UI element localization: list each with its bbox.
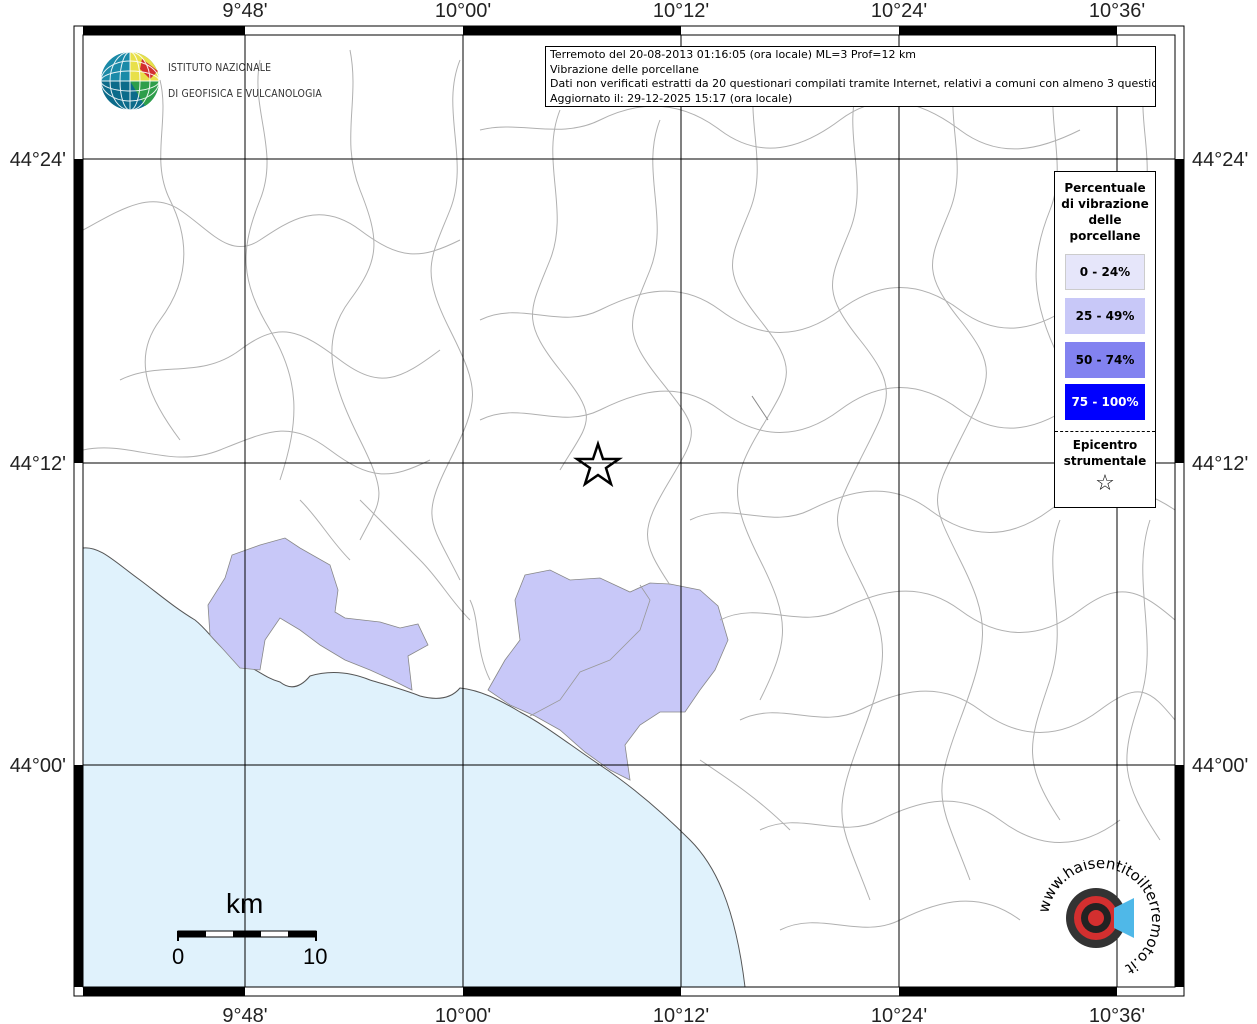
lat-label: 44°00'	[1192, 755, 1248, 777]
lon-label: 10°24'	[871, 0, 927, 22]
lon-label: 9°48'	[222, 0, 267, 22]
lat-labels-right: 44°24' 44°12' 44°00'	[1192, 149, 1248, 777]
lon-label: 10°00'	[435, 0, 491, 22]
lon-label: 10°24'	[871, 1005, 927, 1024]
lon-labels-bottom: 9°48' 10°00' 10°12' 10°24' 10°36'	[222, 1005, 1145, 1024]
legend-item-25-49: 25 - 49%	[1065, 298, 1145, 334]
lon-label: 9°48'	[222, 1005, 267, 1024]
data-disclaimer: Dati non verificati estratti da 20 quest…	[550, 77, 1156, 90]
lon-label: 10°36'	[1089, 1005, 1145, 1024]
ingv-logo: ISTITUTO NAZIONALE DI GEOFISICA E VULCAN…	[100, 48, 349, 113]
event-summary: Terremoto del 20-08-2013 01:16:05 (ora l…	[550, 48, 917, 61]
legend-item-50-74: 50 - 74%	[1065, 342, 1145, 378]
legend: Percentuale di vibrazione delle porcella…	[1054, 171, 1156, 508]
update-timestamp: Aggiornato il: 29-12-2025 15:17 (ora loc…	[550, 91, 793, 105]
legend-item-0-24: 0 - 24%	[1065, 254, 1145, 290]
map-parameter: Vibrazione delle porcellane	[550, 62, 699, 76]
lat-label: 44°24'	[10, 149, 66, 171]
legend-item-75-100: 75 - 100%	[1065, 384, 1145, 420]
epicenter-title: Epicentro strumentale	[1063, 438, 1147, 468]
institute-line-1: ISTITUTO NAZIONALE	[168, 61, 272, 74]
globe-icon	[100, 51, 160, 110]
lat-label: 44°24'	[1192, 149, 1248, 171]
haisentito-logo[interactable]: www.haisentitoilterremoto.it	[1040, 860, 1160, 980]
lat-label: 44°00'	[10, 755, 66, 777]
lon-label: 10°36'	[1089, 0, 1145, 22]
scale-end: 10	[303, 944, 328, 969]
legend-divider	[1055, 431, 1155, 432]
lon-label: 10°00'	[435, 1005, 491, 1024]
epicenter-legend-icon: ☆	[1095, 471, 1115, 496]
institute-name: ISTITUTO NAZIONALE DI GEOFISICA E VULCAN…	[168, 48, 322, 113]
scale-start: 0	[172, 944, 185, 969]
lon-labels-top: 9°48' 10°00' 10°12' 10°24' 10°36'	[222, 0, 1145, 22]
institute-line-2: DI GEOFISICA E VULCANOLOGIA	[168, 87, 323, 100]
lat-label: 44°12'	[10, 453, 66, 475]
lat-label: 44°12'	[1192, 453, 1248, 475]
lat-labels-left: 44°24' 44°12' 44°00'	[10, 149, 66, 777]
scale-unit: km	[226, 888, 264, 919]
event-info-box: Terremoto del 20-08-2013 01:16:05 (ora l…	[545, 46, 1156, 107]
lon-label: 10°12'	[653, 0, 709, 22]
lon-label: 10°12'	[653, 1005, 709, 1024]
legend-title: Percentuale di vibrazione delle porcella…	[1061, 181, 1149, 243]
